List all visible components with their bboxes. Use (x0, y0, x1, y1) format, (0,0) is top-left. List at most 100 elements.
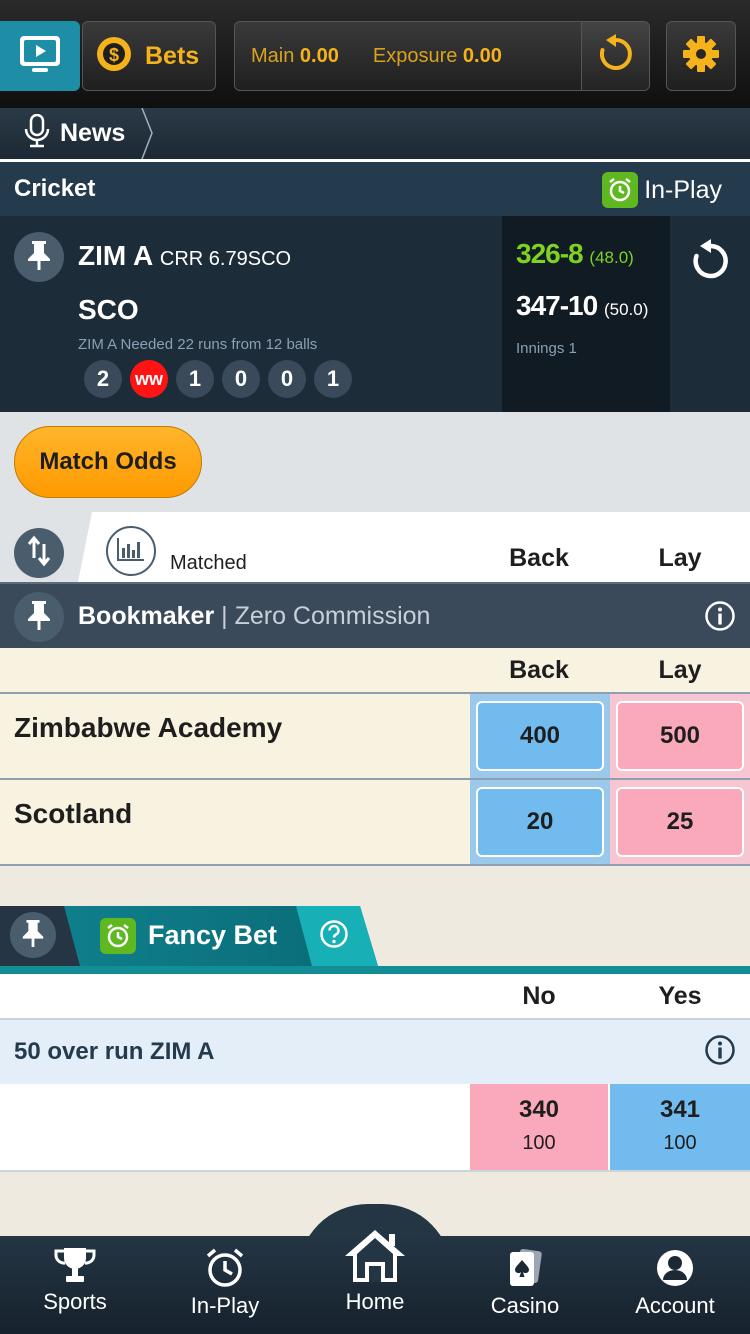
crr-label: CRR 6.79SCO (159, 248, 292, 270)
coin-icon: $ (95, 35, 133, 78)
no-odds-volume: 100 (522, 1132, 556, 1154)
sort-arrows-icon (25, 534, 53, 573)
news-label: News (60, 119, 126, 147)
gear-icon (681, 34, 721, 79)
yes-column-header: Yes (658, 982, 702, 1010)
settings-button[interactable] (666, 21, 736, 91)
ball-result: 0 (222, 360, 260, 398)
team1-overs: (48.0) (589, 248, 634, 267)
runner-name: Scotland (14, 798, 133, 829)
innings-label: Innings 1 (516, 340, 577, 357)
bets-label: Bets (145, 41, 200, 70)
main-balance-value: 0.00 (299, 44, 339, 67)
back-odds-button[interactable]: 20 (476, 787, 604, 857)
alarm-clock-icon (602, 172, 639, 208)
score-refresh-button[interactable] (672, 216, 750, 412)
match-odds-header: Matched Back Lay (0, 512, 750, 582)
bets-button[interactable]: $ Bets (82, 21, 216, 91)
fancy-bet-underline (0, 966, 750, 974)
microphone-icon (24, 113, 50, 153)
inplay-label: In-Play (644, 175, 722, 204)
help-icon (319, 919, 349, 954)
back-odds-button[interactable]: 400 (476, 701, 604, 771)
yes-odds-volume: 100 (663, 1132, 697, 1154)
user-icon (655, 1248, 695, 1293)
pin-button[interactable] (14, 232, 64, 282)
lay-cell: 500 (610, 694, 750, 778)
info-icon[interactable] (704, 600, 736, 637)
alarm-clock-icon (204, 1248, 246, 1293)
main-balance-label: Main (251, 44, 295, 67)
back-column-header: Back (509, 544, 569, 572)
recent-balls: 2 ww 1 0 0 1 (84, 360, 352, 398)
wallet-refresh-button[interactable] (581, 22, 649, 90)
pin-button[interactable] (10, 912, 56, 958)
team2-score: 347-10 (50.0) (516, 290, 656, 322)
lay-column-header: Lay (658, 544, 702, 572)
bookmaker-runner-row: Zimbabwe Academy 400 500 (0, 694, 750, 780)
pin-icon (25, 599, 53, 636)
news-bar: News (0, 108, 750, 162)
ball-result: 1 (314, 360, 352, 398)
sort-button[interactable] (14, 528, 64, 578)
nav-account[interactable]: Account (600, 1236, 750, 1334)
info-icon[interactable] (704, 1034, 736, 1071)
fancy-odds-row: 340 100 341 100 (0, 1084, 750, 1172)
nav-sports[interactable]: Sports (0, 1236, 150, 1334)
inplay-badge: In-Play (602, 172, 722, 208)
back-cell: 400 (470, 694, 610, 778)
svg-text:$: $ (109, 45, 119, 65)
exposure-label: Exposure (372, 44, 458, 67)
back-column-header: Back (509, 656, 569, 684)
runner-name: Zimbabwe Academy (14, 712, 283, 743)
chart-button[interactable] (106, 526, 156, 576)
team1-name: ZIM A CRR 6.79SCO (78, 240, 291, 272)
nav-inplay-label: In-Play (190, 1293, 260, 1318)
nav-casino-label: Casino (490, 1293, 560, 1318)
no-odds-button[interactable]: 340 100 (470, 1084, 608, 1170)
bookmaker-subtitle: | Zero Commission (221, 602, 431, 630)
pin-icon (20, 918, 46, 953)
sport-header: Cricket In-Play (0, 162, 750, 216)
match-odds-tab[interactable]: Match Odds (14, 426, 202, 498)
scoreboard: 326-8 (48.0) 347-10 (50.0) Innings 1 (502, 216, 670, 412)
bookmaker-label: Bookmaker (78, 602, 215, 630)
nav-casino[interactable]: Casino (450, 1236, 600, 1334)
bookmaker-column-headers: Back Lay (0, 648, 750, 694)
refresh-icon (689, 238, 733, 412)
pin-icon (25, 239, 53, 276)
nav-inplay[interactable]: In-Play (150, 1236, 300, 1334)
sport-title: Cricket (14, 175, 96, 202)
bookmaker-header: Bookmaker | Zero Commission (0, 582, 750, 648)
fancy-market-row: 50 over run ZIM A (0, 1020, 750, 1084)
alarm-clock-icon (100, 918, 136, 954)
target-status: ZIM A Needed 22 runs from 12 balls (78, 336, 318, 353)
no-column-header: No (522, 982, 556, 1010)
live-tv-button[interactable] (0, 21, 80, 91)
pin-button[interactable] (14, 592, 64, 642)
no-odds-value: 340 (518, 1096, 560, 1123)
home-icon (343, 1228, 407, 1289)
refresh-icon (596, 33, 636, 79)
fancy-bet-header: Fancy Bet (0, 906, 750, 974)
wallet-panel: Main 0.00 Exposure 0.00 (234, 21, 650, 91)
lay-column-header: Lay (658, 656, 702, 684)
ball-result-wicket: ww (130, 360, 168, 398)
market-tabs: Match Odds (0, 412, 750, 512)
nav-home[interactable]: Home (300, 1230, 450, 1334)
news-tab[interactable]: News (0, 108, 153, 159)
bookmaker-runner-row: Scotland 20 25 (0, 780, 750, 866)
fancy-market-name: 50 over run ZIM A (14, 1038, 215, 1065)
lay-odds-button[interactable]: 500 (616, 701, 744, 771)
yes-odds-button[interactable]: 341 100 (610, 1084, 750, 1170)
ball-result: 2 (84, 360, 122, 398)
team1-runs: 326-8 (516, 238, 584, 269)
back-cell: 20 (470, 780, 610, 864)
exposure-value: 0.00 (462, 44, 502, 67)
lay-cell: 25 (610, 780, 750, 864)
team1-label: ZIM A (78, 240, 153, 271)
lay-odds-button[interactable]: 25 (616, 787, 744, 857)
trophy-icon (52, 1246, 98, 1289)
team1-score: 326-8 (48.0) (516, 238, 656, 270)
nav-sports-label: Sports (43, 1289, 107, 1314)
